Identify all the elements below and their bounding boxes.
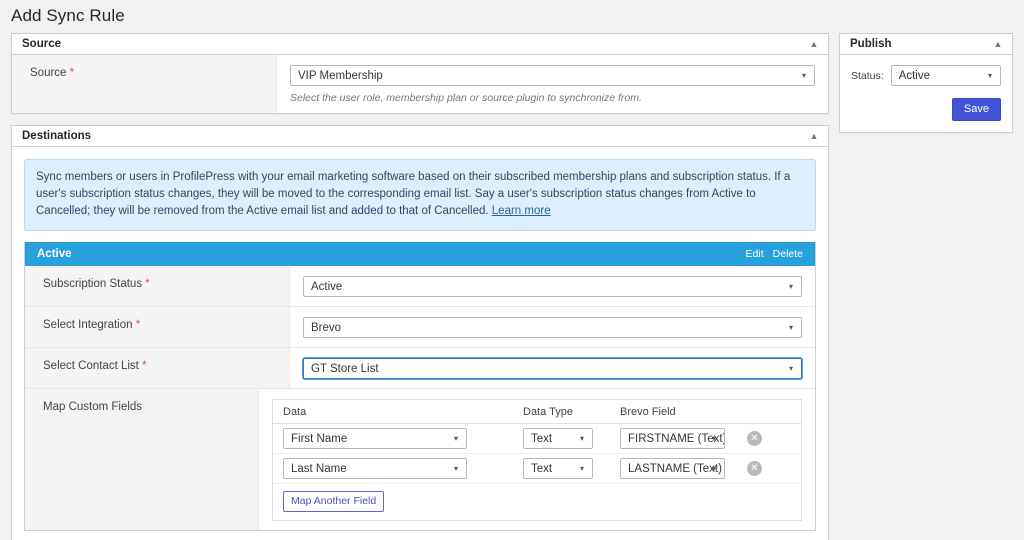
field-mapping-table: Data Data Type Brevo Field First Name ▾: [272, 399, 802, 521]
required-marker: *: [145, 278, 150, 290]
column-header-data: Data: [283, 406, 307, 418]
chevron-up-icon[interactable]: ▲: [808, 38, 820, 50]
chevron-down-icon: ▾: [711, 433, 716, 443]
source-row-label: Source: [30, 67, 67, 79]
destinations-panel-title: Destinations: [22, 130, 92, 142]
column-header-brevo-field: Brevo Field: [620, 406, 676, 418]
select-contact-list-select[interactable]: GT Store List ▾: [303, 358, 802, 379]
source-panel-title: Source: [22, 38, 61, 50]
select-integration-field-cell: Brevo ▾: [290, 307, 815, 347]
source-select-value: VIP Membership: [298, 69, 383, 82]
select-contact-list-label: Select Contact List: [43, 360, 139, 372]
status-select-value: Active: [898, 69, 931, 82]
mapping-data-value: First Name: [291, 432, 348, 445]
mapping-brevo-field-select[interactable]: LASTNAME (Text) ▾: [620, 458, 725, 479]
publish-panel-header: Publish ▲: [840, 34, 1012, 55]
destinations-panel-header: Destinations ▲: [12, 126, 828, 147]
field-mapping-table-footer: Map Another Field: [273, 484, 801, 520]
source-row-field-cell: VIP Membership ▾ Select the user role, m…: [277, 55, 828, 113]
destination-delete-link[interactable]: Delete: [773, 248, 803, 260]
mapping-data-value: Last Name: [291, 462, 347, 475]
chevron-up-icon[interactable]: ▲: [808, 130, 820, 142]
map-another-field-button[interactable]: Map Another Field: [283, 491, 385, 512]
source-helper-text: Select the user role, membership plan or…: [290, 92, 642, 104]
mapping-data-type-select[interactable]: Text ▾: [523, 458, 593, 479]
publish-panel-title: Publish: [850, 38, 892, 50]
chevron-down-icon: ▾: [788, 322, 793, 332]
chevron-down-icon: ▾: [579, 433, 584, 443]
select-contact-list-row: Select Contact List * GT Store List ▾: [25, 348, 815, 389]
chevron-down-icon: ▾: [987, 70, 992, 80]
required-marker: *: [135, 319, 141, 331]
select-integration-row: Select Integration * Brevo ▾: [25, 307, 815, 348]
chevron-up-icon[interactable]: ▲: [992, 38, 1004, 50]
destinations-panel: Destinations ▲ Sync members or users in …: [11, 125, 829, 540]
subscription-status-row: Subscription Status * Active ▾: [25, 266, 815, 307]
status-label: Status:: [851, 69, 884, 82]
mapping-data-type-value: Text: [531, 432, 553, 445]
subscription-status-label-cell: Subscription Status *: [25, 266, 290, 306]
mapping-data-select[interactable]: Last Name ▾: [283, 458, 467, 479]
status-line: Status: Active ▾: [851, 65, 1001, 86]
chevron-down-icon: ▾: [453, 463, 458, 473]
table-row: Last Name ▾ Text ▾ LASTNAME (Text) ▾ ✕: [273, 454, 801, 484]
select-integration-select[interactable]: Brevo ▾: [303, 317, 802, 338]
select-contact-list-field-cell: GT Store List ▾: [290, 348, 815, 388]
page-title: Add Sync Rule: [11, 6, 125, 25]
map-custom-fields-row: Map Custom Fields Data Data Type Brevo F…: [25, 389, 815, 530]
required-marker: *: [69, 67, 75, 79]
map-custom-fields-field-cell: Data Data Type Brevo Field First Name ▾: [259, 389, 815, 530]
chevron-down-icon: ▾: [579, 463, 584, 473]
source-row: Source * VIP Membership ▾ Select the use…: [12, 55, 828, 113]
remove-circle-icon[interactable]: ✕: [747, 461, 762, 476]
map-custom-fields-label: Map Custom Fields: [43, 401, 143, 413]
chevron-down-icon: ▾: [453, 433, 458, 443]
subscription-status-label: Subscription Status: [43, 278, 143, 290]
publish-body: Status: Active ▾ Save: [840, 55, 1012, 132]
select-integration-value: Brevo: [311, 321, 342, 334]
select-integration-label: Select Integration: [43, 319, 133, 331]
mapping-data-type-value: Text: [531, 462, 553, 475]
learn-more-link[interactable]: Learn more: [492, 205, 551, 217]
destination-card-title: Active: [37, 248, 72, 260]
table-row: First Name ▾ Text ▾ FIRSTNAME (Text) ▾ ✕: [273, 424, 801, 454]
subscription-status-value: Active: [311, 280, 343, 293]
chevron-down-icon: ▾: [788, 281, 793, 291]
select-contact-list-label-cell: Select Contact List *: [25, 348, 290, 388]
source-select[interactable]: VIP Membership ▾: [290, 65, 815, 86]
admin-page: Add Sync Rule Source ▲ Source * VIP Memb…: [0, 0, 1024, 540]
column-header-data-type: Data Type: [523, 406, 573, 418]
map-custom-fields-label-cell: Map Custom Fields: [25, 389, 259, 530]
chevron-down-icon: ▾: [711, 463, 716, 473]
destinations-body: Sync members or users in ProfilePress wi…: [12, 147, 828, 531]
select-contact-list-value: GT Store List: [311, 362, 379, 375]
chevron-down-icon: ▾: [788, 363, 793, 373]
destination-edit-link[interactable]: Edit: [746, 248, 764, 260]
source-row-label-cell: Source *: [12, 55, 277, 113]
save-button[interactable]: Save: [951, 98, 1001, 121]
publish-panel: Publish ▲ Status: Active ▾ Save: [839, 33, 1013, 133]
source-panel-header: Source ▲: [12, 34, 828, 55]
remove-circle-icon[interactable]: ✕: [747, 431, 762, 446]
mapping-brevo-field-select[interactable]: FIRSTNAME (Text) ▾: [620, 428, 725, 449]
subscription-status-select[interactable]: Active ▾: [303, 276, 802, 297]
status-select[interactable]: Active ▾: [890, 65, 1001, 86]
mapping-brevo-field-value: LASTNAME (Text): [628, 462, 722, 475]
field-mapping-table-header: Data Data Type Brevo Field: [273, 400, 801, 424]
required-marker: *: [142, 360, 147, 372]
subscription-status-field-cell: Active ▾: [290, 266, 815, 306]
destinations-info-text: Sync members or users in ProfilePress wi…: [36, 171, 791, 217]
source-panel: Source ▲ Source * VIP Membership ▾ Selec…: [11, 33, 829, 114]
mapping-data-select[interactable]: First Name ▾: [283, 428, 467, 449]
mapping-data-type-select[interactable]: Text ▾: [523, 428, 593, 449]
chevron-down-icon: ▾: [801, 70, 806, 80]
destination-card: Active Edit Delete Subscription Status *…: [24, 242, 816, 531]
destination-card-header: Active Edit Delete: [25, 242, 815, 266]
publish-actions: Save: [851, 98, 1001, 121]
destinations-info-box: Sync members or users in ProfilePress wi…: [24, 159, 816, 231]
select-integration-label-cell: Select Integration *: [25, 307, 290, 347]
